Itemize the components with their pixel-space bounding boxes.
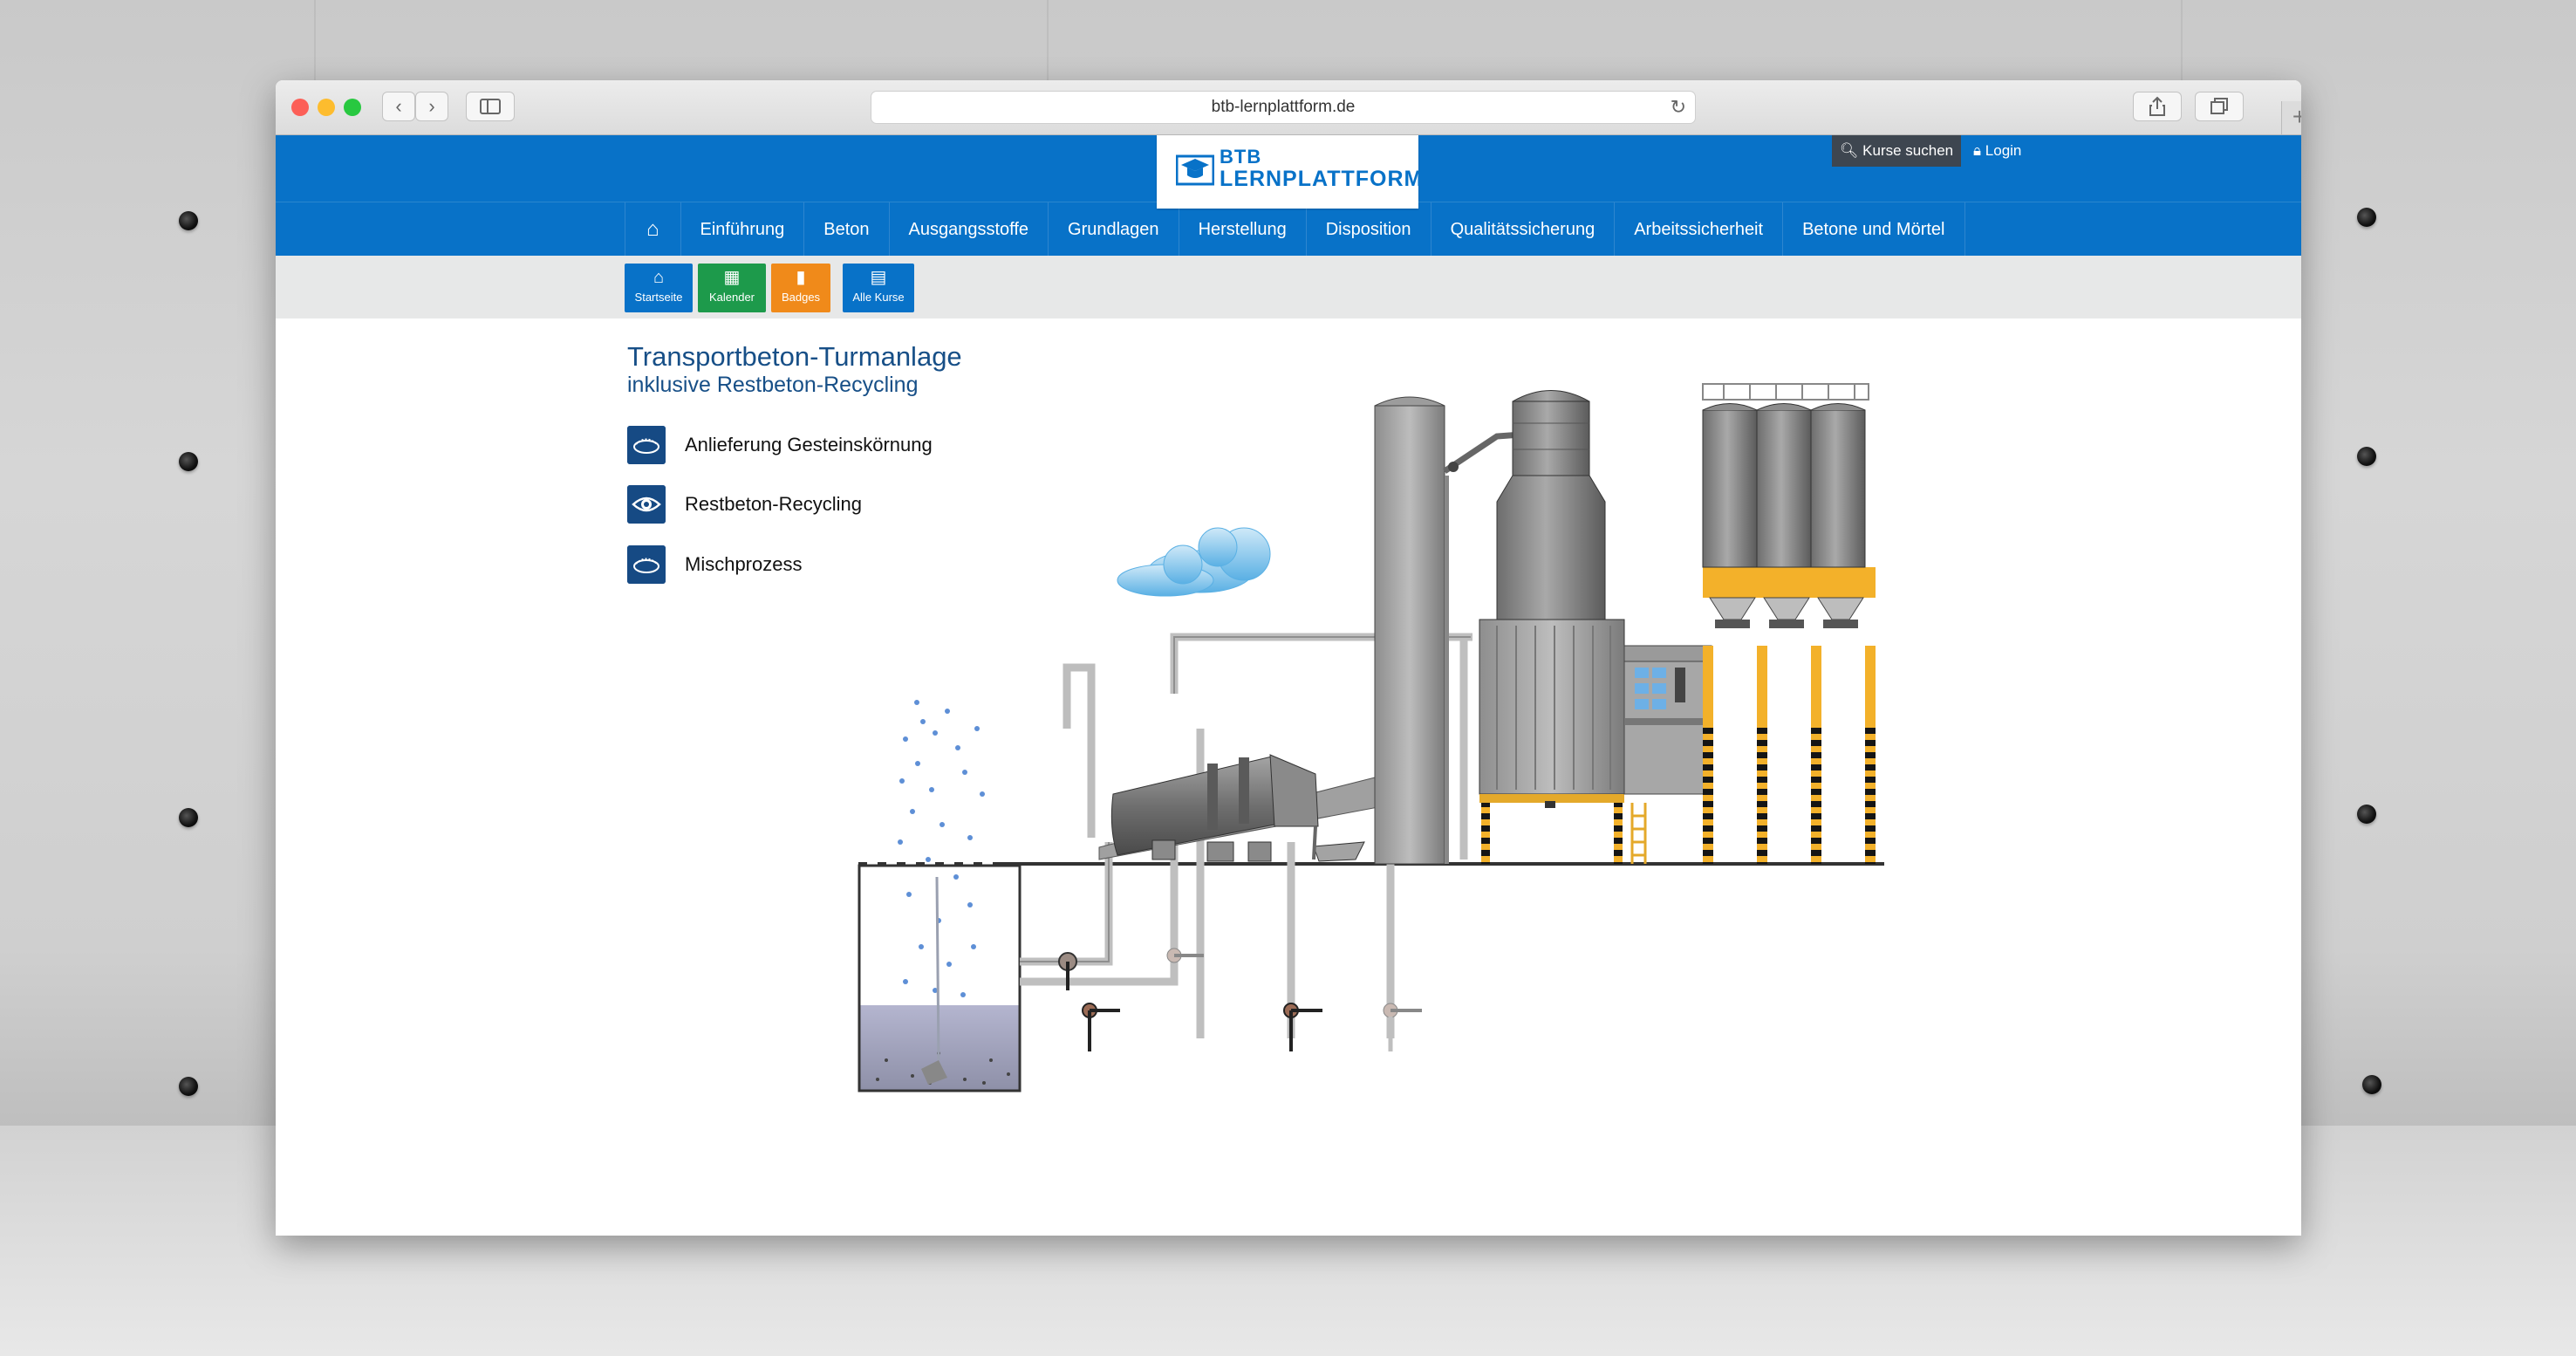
- recycling-drum: [1098, 754, 1379, 862]
- wall-bolt: [179, 452, 198, 471]
- cloud-graphic: [1117, 527, 1271, 597]
- sidebar-button[interactable]: [466, 92, 515, 121]
- nav-item[interactable]: Ausgangsstoffe: [888, 202, 1049, 257]
- graduation-cap-icon: [1176, 154, 1214, 186]
- tabs-button[interactable]: [2195, 92, 2244, 121]
- quick-link-button[interactable]: ▦ Kalender: [698, 264, 766, 312]
- wall-bolt: [2362, 1075, 2381, 1094]
- quick-link-label: Alle Kurse: [852, 291, 905, 304]
- login-label: Login: [1985, 142, 2022, 159]
- main-navigation-items: ⌂ Einführung Beton Ausgangsstoffe Grundlage…: [625, 202, 1965, 257]
- web-page: 🔍︎ Kurse suchen 🔒︎ Login ⌂ Einführung Bet…: [276, 135, 2301, 1236]
- close-window-button[interactable]: [291, 99, 309, 116]
- zoom-window-button[interactable]: [344, 99, 361, 116]
- browser-toolbar: ‹ › btb-lernplattform.de ↻ +: [276, 80, 2301, 135]
- mixing-tower: [1479, 390, 1647, 864]
- calendar-icon: ▦: [723, 268, 741, 287]
- url-text: btb-lernplattform.de: [1211, 98, 1356, 116]
- minimize-window-button[interactable]: [318, 99, 335, 116]
- search-courses-button[interactable]: 🔍︎ Kurse suchen: [1832, 135, 1961, 167]
- chevron-right-icon: ›: [428, 95, 435, 117]
- main-content: Transportbeton-Turmanlage inklusive Rest…: [276, 318, 2301, 1235]
- search-courses-label: Kurse suchen: [1862, 142, 1954, 159]
- water-spray-graphic: [898, 700, 985, 997]
- quick-link-button[interactable]: ⌂ Startseite: [625, 264, 693, 312]
- quick-link-button[interactable]: ▤ Alle Kurse: [843, 264, 914, 312]
- quick-link-button[interactable]: ▮ Badges: [771, 264, 830, 312]
- lock-icon: 🔒︎: [1973, 142, 1985, 159]
- nav-item[interactable]: Beton: [803, 202, 888, 257]
- logo-text-btb: BTB: [1220, 146, 1262, 168]
- cement-silos: [1702, 383, 1876, 864]
- nav-item[interactable]: Arbeitssicherheit: [1614, 202, 1782, 257]
- nav-item[interactable]: Einführung: [680, 202, 804, 257]
- quick-links-bar: ⌂ Startseite ▦ Kalender ▮ Badges ▤ Alle Kurse: [276, 256, 2301, 318]
- browser-window: ‹ › btb-lernplattform.de ↻ + 🔍︎ Kurse su…: [276, 80, 2301, 1236]
- plant-diagram: [848, 383, 1884, 1092]
- share-icon: [2149, 96, 2165, 116]
- book-icon: ▤: [870, 268, 887, 287]
- nav-item[interactable]: Herstellung: [1178, 202, 1306, 257]
- home-icon: ⌂: [653, 268, 665, 287]
- control-cabin: [1623, 645, 1712, 795]
- nav-home[interactable]: ⌂: [625, 202, 680, 257]
- reload-icon[interactable]: ↻: [1671, 92, 1686, 123]
- quick-link-label: Kalender: [708, 291, 755, 304]
- sidebar-icon: [480, 99, 501, 114]
- nav-item[interactable]: Grundlagen: [1048, 202, 1179, 257]
- wall-bolt: [2357, 208, 2376, 227]
- home-icon: ⌂: [646, 217, 659, 241]
- chevron-left-icon: ‹: [395, 95, 402, 117]
- forward-button[interactable]: ›: [415, 92, 448, 121]
- main-navigation: ⌂ Einführung Beton Ausgangsstoffe Grundlage…: [276, 202, 2301, 257]
- wall-bolt: [2357, 447, 2376, 466]
- wall-bolt: [179, 1077, 198, 1096]
- search-icon: 🔍︎: [1839, 142, 1863, 159]
- bookmark-icon: ▮: [796, 268, 806, 287]
- quick-link-label: Badges: [781, 291, 821, 304]
- quick-link-label: Startseite: [634, 291, 683, 304]
- nav-item[interactable]: Qualitätssicherung: [1430, 202, 1615, 257]
- wall-bolt: [2357, 805, 2376, 824]
- back-button[interactable]: ‹: [382, 92, 415, 121]
- tabs-icon: [2210, 98, 2228, 114]
- address-bar[interactable]: btb-lernplattform.de ↻: [871, 91, 1696, 124]
- wall-bolt: [179, 808, 198, 827]
- share-button[interactable]: [2133, 92, 2182, 121]
- nav-item[interactable]: Disposition: [1305, 202, 1431, 257]
- site-logo[interactable]: BTB LERNPLATTFORM: [1157, 135, 1422, 209]
- nav-item[interactable]: Betone und Mörtel: [1782, 202, 1965, 257]
- wall-bolt: [179, 211, 198, 230]
- logo-text-lernplattform: LERNPLATTFORM: [1220, 167, 1424, 191]
- new-tab-button[interactable]: +: [2281, 101, 2301, 134]
- login-link[interactable]: 🔒︎ Login: [1973, 135, 2021, 167]
